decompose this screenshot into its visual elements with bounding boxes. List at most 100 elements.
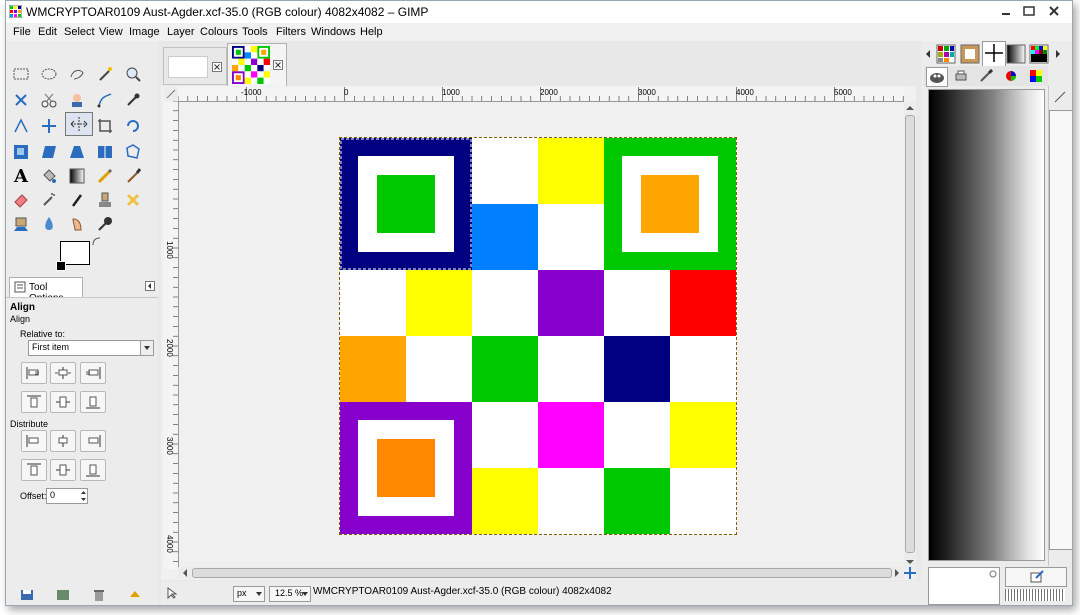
heal-tool[interactable] xyxy=(121,189,145,211)
restore-options-icon[interactable] xyxy=(56,589,70,601)
distribute-middle-button[interactable] xyxy=(50,459,76,481)
vertical-scrollbar[interactable] xyxy=(904,101,916,569)
close-tab-icon[interactable] xyxy=(212,62,222,72)
tool-presets-tab[interactable] xyxy=(982,41,1006,66)
menu-view[interactable]: View xyxy=(99,26,123,38)
scroll-icon[interactable] xyxy=(1053,90,1067,104)
menu-image[interactable]: Image xyxy=(129,26,160,38)
color-picker-tool[interactable] xyxy=(121,89,145,111)
rect-select-tool[interactable] xyxy=(9,63,33,85)
relative-to-select[interactable]: First item xyxy=(28,340,154,356)
menu-file[interactable]: File xyxy=(13,26,31,38)
zoom-tool[interactable] xyxy=(121,63,145,85)
palettes-tab[interactable] xyxy=(1028,43,1050,65)
align-bottom-button[interactable] xyxy=(80,391,106,413)
dock-bottom-field[interactable] xyxy=(928,567,1000,605)
rotate-tool[interactable] xyxy=(121,115,145,137)
cage-transform-tool[interactable] xyxy=(121,141,145,163)
distribute-center-button[interactable] xyxy=(50,430,76,452)
close-button[interactable] xyxy=(1041,3,1067,19)
menu-layer[interactable]: Layer xyxy=(167,26,195,38)
printer-icon[interactable] xyxy=(954,69,968,83)
reset-options-icon[interactable] xyxy=(128,589,142,601)
ellipse-select-tool[interactable] xyxy=(37,63,61,85)
brushes-tab[interactable] xyxy=(959,43,981,65)
fuzzy-select-tool[interactable] xyxy=(93,63,117,85)
menu-tools[interactable]: Tools xyxy=(242,26,268,38)
image-tab-blank[interactable] xyxy=(163,47,227,85)
patterns-tab[interactable] xyxy=(935,43,957,65)
menu-windows[interactable]: Windows xyxy=(311,26,356,38)
swap-colors-icon[interactable] xyxy=(92,237,102,247)
clone-tool[interactable] xyxy=(93,189,117,211)
horizontal-ruler[interactable]: -1000 0 1000 2000 3000 4000 5000 xyxy=(178,87,904,102)
dock-right-arrow-icon[interactable] xyxy=(1054,49,1062,59)
zoom-select[interactable]: 12.5 % xyxy=(269,586,311,602)
eraser-tool[interactable] xyxy=(9,189,33,211)
flip-tool[interactable] xyxy=(93,141,117,163)
image-tab-active[interactable] xyxy=(227,43,287,86)
distribute-right-button[interactable] xyxy=(80,430,106,452)
select-by-color-tool[interactable] xyxy=(9,89,33,111)
align-tool[interactable] xyxy=(65,112,93,136)
tool-options-tab[interactable]: Tool Options xyxy=(9,277,83,304)
scroll-down-icon[interactable] xyxy=(904,557,916,567)
dock-2-list[interactable] xyxy=(1049,110,1072,550)
spin-arrows-icon[interactable] xyxy=(80,489,87,503)
align-right-button[interactable] xyxy=(80,362,106,384)
blend-tool[interactable] xyxy=(65,165,89,187)
menu-help[interactable]: Help xyxy=(360,26,383,38)
pin-icon[interactable] xyxy=(989,570,997,578)
perspective-clone-tool[interactable] xyxy=(9,213,33,235)
horizontal-scrollbar[interactable] xyxy=(178,567,904,579)
brush-icon[interactable] xyxy=(979,69,993,83)
gradient-preview-list[interactable] xyxy=(928,89,1045,561)
scroll-left-icon[interactable] xyxy=(180,567,190,579)
scale-tool[interactable] xyxy=(9,141,33,163)
distribute-top-button[interactable] xyxy=(21,459,47,481)
blur-tool[interactable] xyxy=(37,213,61,235)
pointer-icon[interactable] xyxy=(166,587,178,599)
free-select-tool[interactable] xyxy=(65,63,89,85)
foreground-select-tool[interactable] xyxy=(65,89,89,111)
maximize-button[interactable] xyxy=(1018,3,1040,19)
color-swatches[interactable] xyxy=(56,237,104,273)
move-tool[interactable] xyxy=(37,115,61,137)
align-center-button[interactable] xyxy=(50,362,76,384)
gradients-tab[interactable] xyxy=(1005,43,1027,65)
tab-menu-icon[interactable] xyxy=(145,281,155,291)
menu-colours[interactable]: Colours xyxy=(200,26,238,38)
menu-select[interactable]: Select xyxy=(64,26,95,38)
scroll-right-icon[interactable] xyxy=(892,567,902,579)
save-options-icon[interactable] xyxy=(20,589,34,601)
color-wheel-icon[interactable] xyxy=(1004,69,1018,83)
dodge-burn-tool[interactable] xyxy=(93,213,117,235)
vertical-ruler[interactable]: 1000 2000 3000 4000 xyxy=(164,101,179,569)
distribute-left-button[interactable] xyxy=(21,430,47,452)
quick-mask-corner[interactable] xyxy=(164,87,179,102)
device-status-tab[interactable] xyxy=(926,67,948,87)
smudge-tool[interactable] xyxy=(65,213,89,235)
minimize-button[interactable] xyxy=(995,3,1017,19)
palette-icon[interactable] xyxy=(1029,69,1043,83)
horizontal-scroll-thumb[interactable] xyxy=(192,568,892,578)
shear-tool[interactable] xyxy=(37,141,61,163)
menu-filters[interactable]: Filters xyxy=(276,26,306,38)
ink-tool[interactable] xyxy=(65,189,89,211)
airbrush-tool[interactable] xyxy=(37,189,61,211)
vertical-scroll-thumb[interactable] xyxy=(905,115,915,553)
text-tool[interactable]: A xyxy=(9,165,33,187)
image-canvas[interactable] xyxy=(339,137,737,535)
scissors-select-tool[interactable] xyxy=(37,89,61,111)
dock-left-arrow-icon[interactable] xyxy=(924,49,932,59)
measure-tool[interactable] xyxy=(9,115,33,137)
chevron-down-icon[interactable] xyxy=(140,341,153,355)
dock-bottom-button[interactable] xyxy=(1005,567,1067,587)
paintbrush-tool[interactable] xyxy=(121,165,145,187)
distribute-bottom-button[interactable] xyxy=(80,459,106,481)
offset-spinbox[interactable]: 0 xyxy=(46,488,88,504)
close-tab-icon[interactable] xyxy=(273,60,283,70)
bucket-fill-tool[interactable] xyxy=(37,165,61,187)
perspective-tool[interactable] xyxy=(65,141,89,163)
align-left-button[interactable] xyxy=(21,362,47,384)
